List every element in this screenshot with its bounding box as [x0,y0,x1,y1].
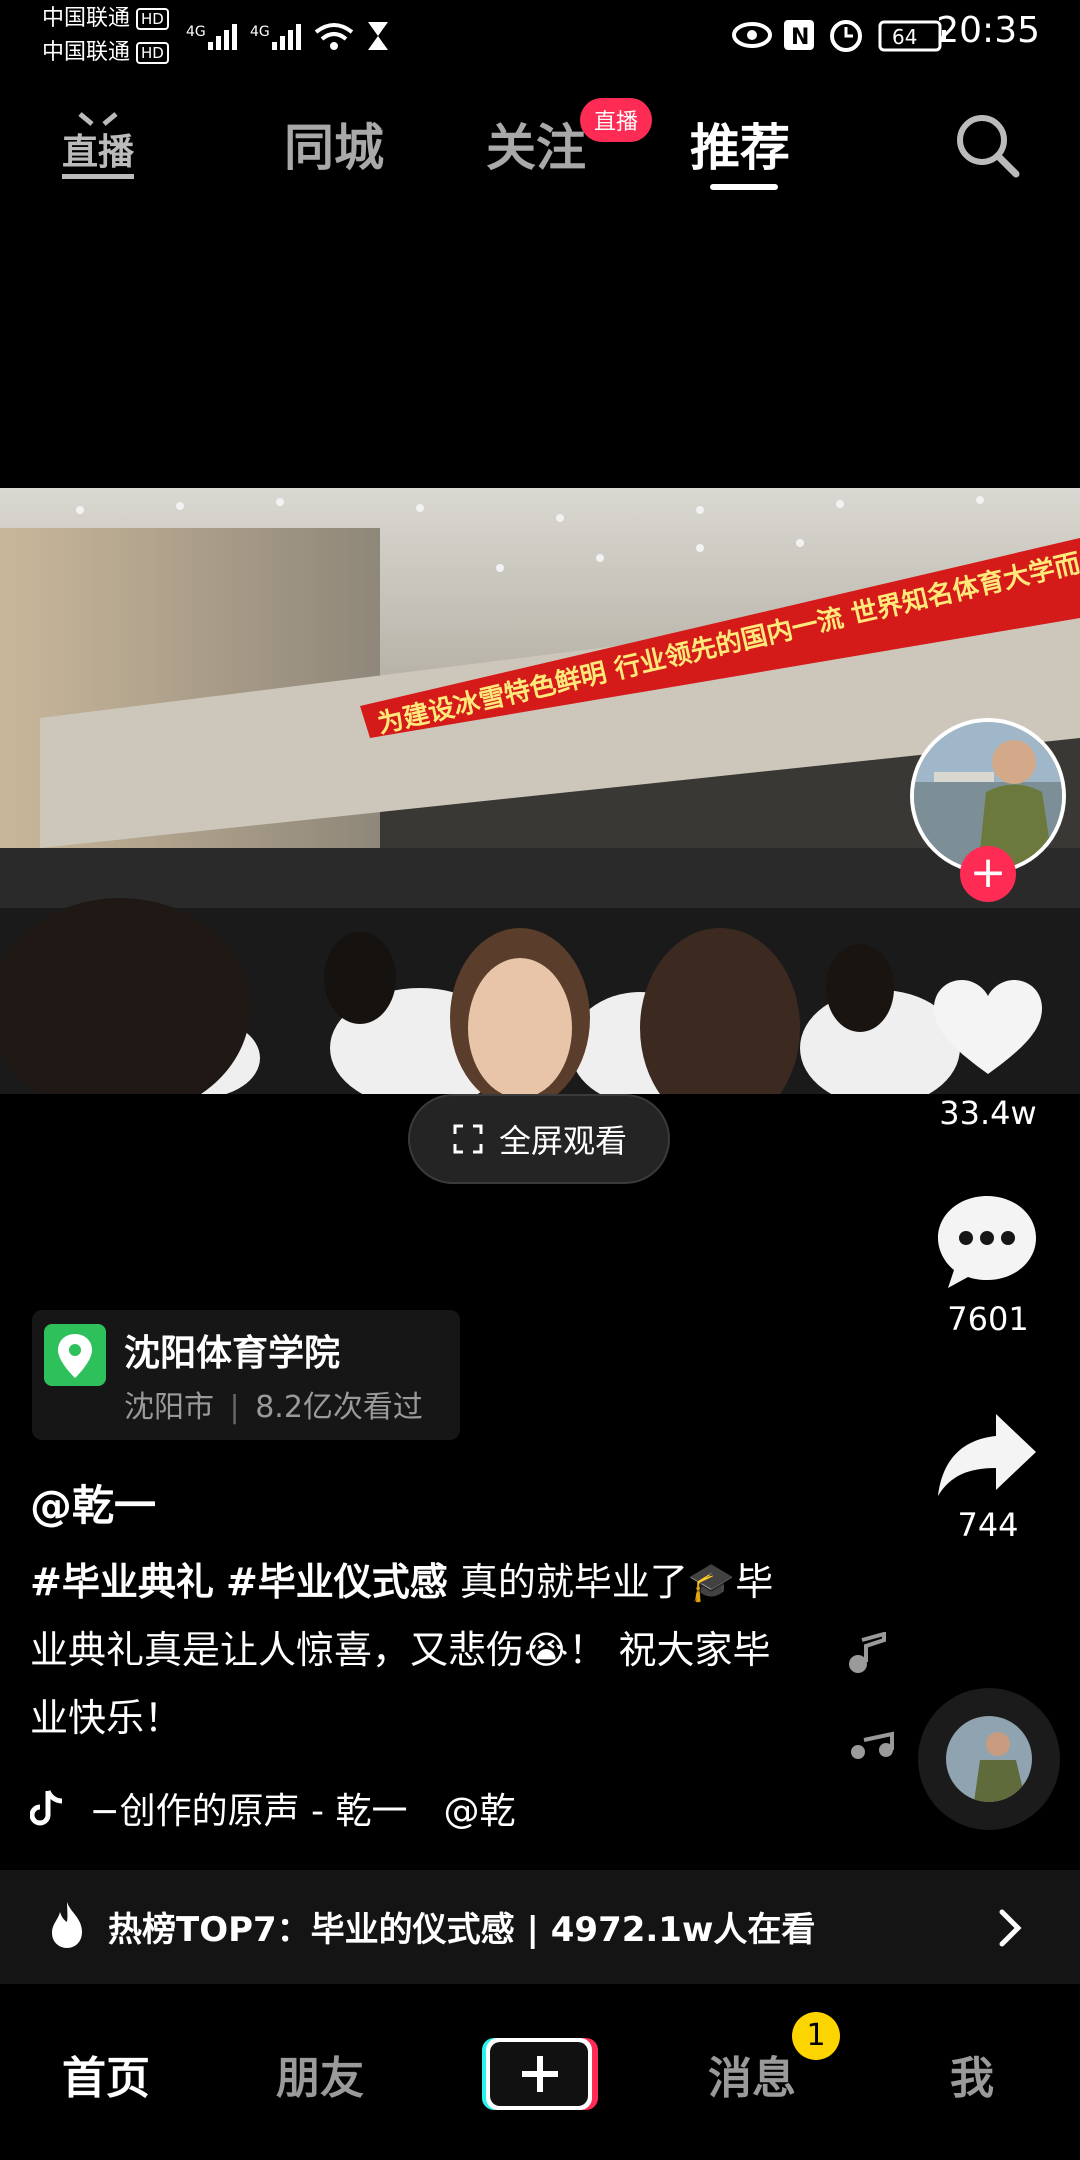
hashtag-1[interactable]: #毕业典礼 [30,1560,214,1604]
top-nav: 直播 同城 关注 直播 推荐 [0,90,1080,200]
carrier-2: 中国联通 HD [42,38,169,68]
message-badge: 1 [792,2012,840,2060]
music-cover-image [946,1716,1032,1802]
nav-friends[interactable]: 朋友 [276,2042,364,2106]
nav-me[interactable]: 我 [950,2042,994,2106]
create-button[interactable] [480,2034,598,2114]
heart-icon [934,980,1042,1074]
like-button[interactable] [932,978,1044,1078]
location-pin-icon [44,1324,106,1386]
battery-level: 64 [892,25,917,49]
svg-text:N: N [791,25,809,50]
location-card[interactable]: 沈阳体育学院 沈阳市 | 8.2亿次看过 [32,1310,460,1440]
share-count: 744 [957,1506,1019,1544]
hashtag-2[interactable]: #毕业仪式感 [226,1560,448,1604]
carrier-2-label: 中国联通 [42,40,131,65]
nav-home[interactable]: 首页 [62,2042,150,2106]
fullscreen-button[interactable]: 全屏观看 [408,1094,670,1184]
chevron-right-icon [999,1909,1022,1947]
carrier-1-label: 中国联通 [42,6,131,31]
share-button[interactable] [934,1410,1040,1500]
live-badge: 直播 [580,98,653,142]
tab-recommend[interactable]: 推荐 [690,108,790,180]
author-name[interactable]: @乾一 [30,1472,156,1533]
comment-icon [938,1196,1036,1288]
hd-badge-2: HD [136,42,169,64]
clock: 20:35 [936,10,1040,51]
like-count: 33.4w [939,1094,1037,1132]
tiktok-note-icon [29,1790,63,1826]
live-button[interactable]: 直播 [58,108,138,188]
status-bar: 中国联通 HD 中国联通 HD 4G 4G N 64 20:35 [0,0,1080,70]
status-right-icons: N 64 [732,20,946,52]
bottom-nav: 首页 朋友 消息 1 我 [0,1984,1080,2160]
video-caption: #毕业典礼 #毕业仪式感 真的就毕业了🎓毕业典礼真是让人惊喜，又悲伤😭！ 祝大家… [30,1548,790,1752]
hd-badge: HD [136,8,169,30]
graduation-cap-emoji: 🎓 [687,1560,736,1604]
live-tv-icon: 直播 [62,112,135,179]
comment-button[interactable] [934,1192,1040,1292]
music-cover [946,1716,1032,1802]
crying-face-emoji: 😭 [524,1628,569,1672]
carrier-1: 中国联通 HD [42,4,169,34]
active-tab-indicator [710,184,778,190]
music-title: −创作的原声 - 乾一 @乾 [89,1791,516,1832]
location-sub: 沈阳市 | 8.2亿次看过 [124,1390,423,1425]
svg-text:4G: 4G [250,24,270,40]
music-disc-button[interactable] [918,1688,1060,1830]
fullscreen-icon [453,1124,483,1154]
tab-nearby[interactable]: 同城 [284,108,384,180]
fire-icon [52,1902,82,1948]
caption-text-a: 真的就毕业了 [447,1560,688,1604]
nav-messages[interactable]: 消息 [708,2042,796,2106]
music-notes-icon [849,1632,894,1759]
search-button[interactable] [952,110,1022,180]
live-label: 直播 [62,132,135,173]
hot-list-text: 热榜TOP7：毕业的仪式感 | 4972.1w人在看 [108,1910,816,1950]
location-views: 8.2亿次看过 [255,1390,423,1425]
share-icon [938,1414,1036,1496]
comment-count: 7601 [947,1300,1029,1338]
music-info[interactable]: −创作的原声 - 乾一 @乾 [29,1782,516,1834]
search-icon [957,115,1020,178]
svg-text:4G: 4G [186,24,206,40]
signal-wifi-icons: 4G 4G [186,22,388,50]
location-name: 沈阳体育学院 [124,1333,341,1374]
plus-icon [482,2038,598,2110]
location-city: 沈阳市 [124,1390,214,1425]
fullscreen-label: 全屏观看 [498,1122,627,1160]
follow-button[interactable]: + [960,846,1016,902]
tab-following[interactable]: 关注 [486,108,586,180]
hot-list-bar[interactable]: 热榜TOP7：毕业的仪式感 | 4972.1w人在看 [0,1870,1080,1984]
